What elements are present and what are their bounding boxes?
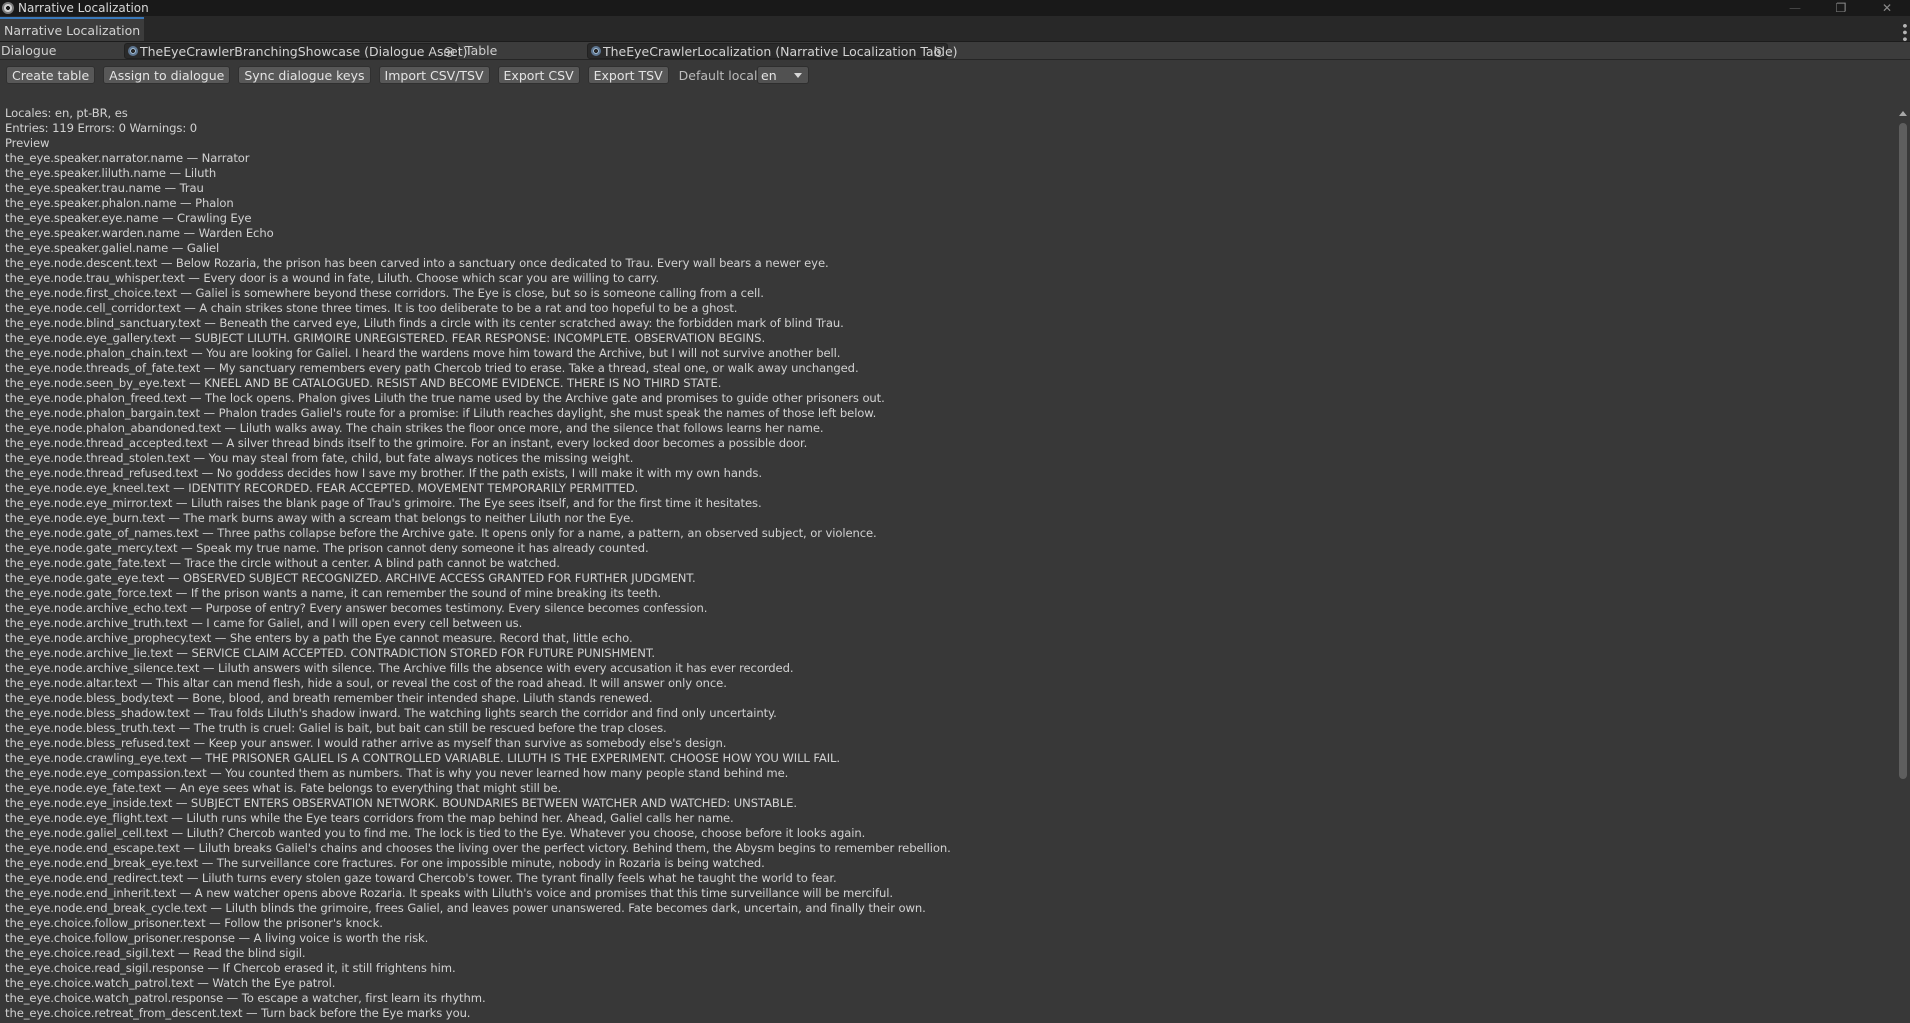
preview-entry: the_eye.node.eye_inside.text — SUBJECT E… [5, 796, 797, 810]
preview-entry: the_eye.speaker.warden.name — Warden Ech… [5, 226, 274, 240]
default-locale-value: en [761, 67, 777, 83]
preview-entry: the_eye.speaker.narrator.name — Narrator [5, 151, 250, 165]
close-icon[interactable]: ✕ [1864, 0, 1910, 16]
preview-entry: the_eye.node.seen_by_eye.text — KNEEL AN… [5, 376, 722, 390]
preview-entry: the_eye.node.phalon_bargain.text — Phalo… [5, 406, 877, 420]
preview-entry: the_eye.node.thread_stolen.text — You ma… [5, 451, 634, 465]
preview-entry: the_eye.node.eye_flight.text — Liluth ru… [5, 811, 734, 825]
table-asset-value: TheEyeCrawlerLocalization (Narrative Loc… [603, 43, 958, 59]
scroll-up-arrow-icon[interactable] [1899, 111, 1907, 116]
preview-entry: the_eye.node.end_redirect.text — Liluth … [5, 871, 837, 885]
sync-dialogue-keys-button[interactable]: Sync dialogue keys [238, 66, 371, 84]
assign-to-dialogue-button[interactable]: Assign to dialogue [103, 66, 231, 84]
unity-logo-icon [2, 2, 14, 14]
action-toolbar: Create table Assign to dialogue Sync dia… [0, 60, 1910, 90]
preview-lines: Locales: en, pt-BR, es Entries: 119 Erro… [5, 106, 1885, 1021]
preview-entry: the_eye.node.gate_fate.text — Trace the … [5, 556, 560, 570]
preview-entry: the_eye.node.phalon_abandoned.text — Lil… [5, 421, 824, 435]
preview-entry: the_eye.node.eye_mirror.text — Liluth ra… [5, 496, 762, 510]
preview-entry: the_eye.node.trau_whisper.text — Every d… [5, 271, 659, 285]
asset-fields-row: Dialogue TheEyeCrawlerBranchingShowcase … [0, 42, 1910, 60]
export-csv-button[interactable]: Export CSV [497, 66, 580, 84]
preview-entry: the_eye.node.archive_silence.text — Lilu… [5, 661, 794, 675]
preview-heading: Preview [5, 136, 50, 150]
scrollbar-thumb[interactable] [1899, 123, 1907, 779]
tab-narrative-localization[interactable]: Narrative Localization [0, 17, 145, 41]
default-locale-label: Default locale [678, 67, 766, 83]
preview-entry: the_eye.node.altar.text — This altar can… [5, 676, 727, 690]
preview-entry: the_eye.node.blind_sanctuary.text — Bene… [5, 316, 844, 330]
preview-entry: the_eye.node.descent.text — Below Rozari… [5, 256, 829, 270]
window-titlebar: Narrative Localization — ❐ ✕ [0, 0, 1910, 16]
preview-entry: the_eye.node.gate_eye.text — OBSERVED SU… [5, 571, 696, 585]
preview-entry: the_eye.node.gate_of_names.text — Three … [5, 526, 877, 540]
preview-entry: the_eye.speaker.phalon.name — Phalon [5, 196, 234, 210]
dropdown-caret-icon [794, 73, 802, 78]
preview-entry: the_eye.node.eye_burn.text — The mark bu… [5, 511, 634, 525]
preview-entry: the_eye.node.gate_mercy.text — Speak my … [5, 541, 649, 555]
preview-entry: the_eye.node.bless_shadow.text — Trau fo… [5, 706, 777, 720]
preview-entry: the_eye.node.eye_compassion.text — You c… [5, 766, 789, 780]
preview-scroll-view[interactable]: Locales: en, pt-BR, es Entries: 119 Erro… [0, 103, 1910, 1023]
preview-entry: the_eye.choice.follow_prisoner.text — Fo… [5, 916, 383, 930]
preview-entry: the_eye.node.eye_fate.text — An eye sees… [5, 781, 562, 795]
preview-entry: the_eye.node.archive_truth.text — I came… [5, 616, 523, 630]
preview-entry: the_eye.node.thread_refused.text — No go… [5, 466, 762, 480]
preview-entry: the_eye.node.phalon_chain.text — You are… [5, 346, 841, 360]
preview-entry: the_eye.node.bless_refused.text — Keep y… [5, 736, 727, 750]
table-label: Table [465, 43, 498, 58]
preview-entry: the_eye.speaker.liluth.name — Liluth [5, 166, 217, 180]
preview-entry: the_eye.node.archive_prophecy.text — She… [5, 631, 633, 645]
import-csv-tsv-button[interactable]: Import CSV/TSV [378, 66, 490, 84]
preview-entry: the_eye.node.archive_echo.text — Purpose… [5, 601, 708, 615]
create-table-button[interactable]: Create table [6, 66, 96, 84]
restore-icon[interactable]: ❐ [1818, 0, 1864, 16]
object-picker-icon[interactable] [934, 47, 944, 57]
preview-entry: the_eye.choice.watch_patrol.text — Watch… [5, 976, 336, 990]
minimize-icon[interactable]: — [1772, 0, 1818, 16]
preview-entry: the_eye.node.first_choice.text — Galiel … [5, 286, 764, 300]
preview-entry: the_eye.node.thread_accepted.text — A si… [5, 436, 808, 450]
window-title: Narrative Localization [18, 1, 149, 15]
preview-entry: the_eye.choice.watch_patrol.response — T… [5, 991, 486, 1005]
preview-entry: the_eye.node.threads_of_fate.text — My s… [5, 361, 859, 375]
preview-entry: the_eye.node.end_escape.text — Liluth br… [5, 841, 951, 855]
preview-entry: the_eye.node.bless_truth.text — The trut… [5, 721, 667, 735]
preview-entry: the_eye.node.end_break_eye.text — The su… [5, 856, 765, 870]
preview-entry: the_eye.node.bless_body.text — Bone, blo… [5, 691, 653, 705]
preview-entry: the_eye.speaker.eye.name — Crawling Eye [5, 211, 252, 225]
preview-entry: the_eye.speaker.galiel.name — Galiel [5, 241, 220, 255]
preview-entry: the_eye.node.archive_lie.text — SERVICE … [5, 646, 656, 660]
export-tsv-button[interactable]: Export TSV [587, 66, 669, 84]
preview-entry: the_eye.node.crawling_eye.text — THE PRI… [5, 751, 840, 765]
preview-entry: the_eye.node.eye_kneel.text — IDENTITY R… [5, 481, 639, 495]
dialogue-asset-value: TheEyeCrawlerBranchingShowcase (Dialogue… [140, 43, 468, 59]
entries-summary: Entries: 119 Errors: 0 Warnings: 0 [5, 121, 198, 135]
vertical-scrollbar[interactable] [1896, 109, 1910, 1023]
dialogue-label: Dialogue [1, 43, 57, 58]
preview-entry: the_eye.node.galiel_cell.text — Liluth? … [5, 826, 866, 840]
preview-entry: the_eye.choice.read_sigil.response — If … [5, 961, 456, 975]
default-locale-dropdown[interactable]: en [757, 66, 809, 84]
preview-entry: the_eye.choice.follow_prisoner.response … [5, 931, 429, 945]
preview-entry: the_eye.node.cell_corridor.text — A chai… [5, 301, 738, 315]
window-tab-bar: Narrative Localization ••• [0, 16, 1910, 42]
preview-entry: the_eye.choice.read_sigil.text — Read th… [5, 946, 306, 960]
preview-entry: the_eye.node.phalon_freed.text — The loc… [5, 391, 885, 405]
preview-entry: the_eye.node.end_inherit.text — A new wa… [5, 886, 893, 900]
preview-entry: the_eye.node.eye_gallery.text — SUBJECT … [5, 331, 766, 345]
dialogue-asset-icon [128, 46, 138, 56]
table-asset-field[interactable]: TheEyeCrawlerLocalization (Narrative Loc… [587, 43, 958, 59]
preview-entry: the_eye.node.gate_force.text — If the pr… [5, 586, 662, 600]
locales-summary: Locales: en, pt-BR, es [5, 106, 128, 120]
object-picker-icon[interactable] [444, 47, 454, 57]
dialogue-asset-field[interactable]: TheEyeCrawlerBranchingShowcase (Dialogue… [124, 43, 467, 59]
more-options-icon[interactable]: ••• [1896, 22, 1910, 42]
preview-entry: the_eye.speaker.trau.name — Trau [5, 181, 204, 195]
table-asset-icon [591, 46, 601, 56]
preview-entry: the_eye.choice.retreat_from_descent.text… [5, 1006, 471, 1020]
window-controls: — ❐ ✕ [1772, 0, 1910, 16]
preview-entry: the_eye.node.end_break_cycle.text — Lilu… [5, 901, 926, 915]
